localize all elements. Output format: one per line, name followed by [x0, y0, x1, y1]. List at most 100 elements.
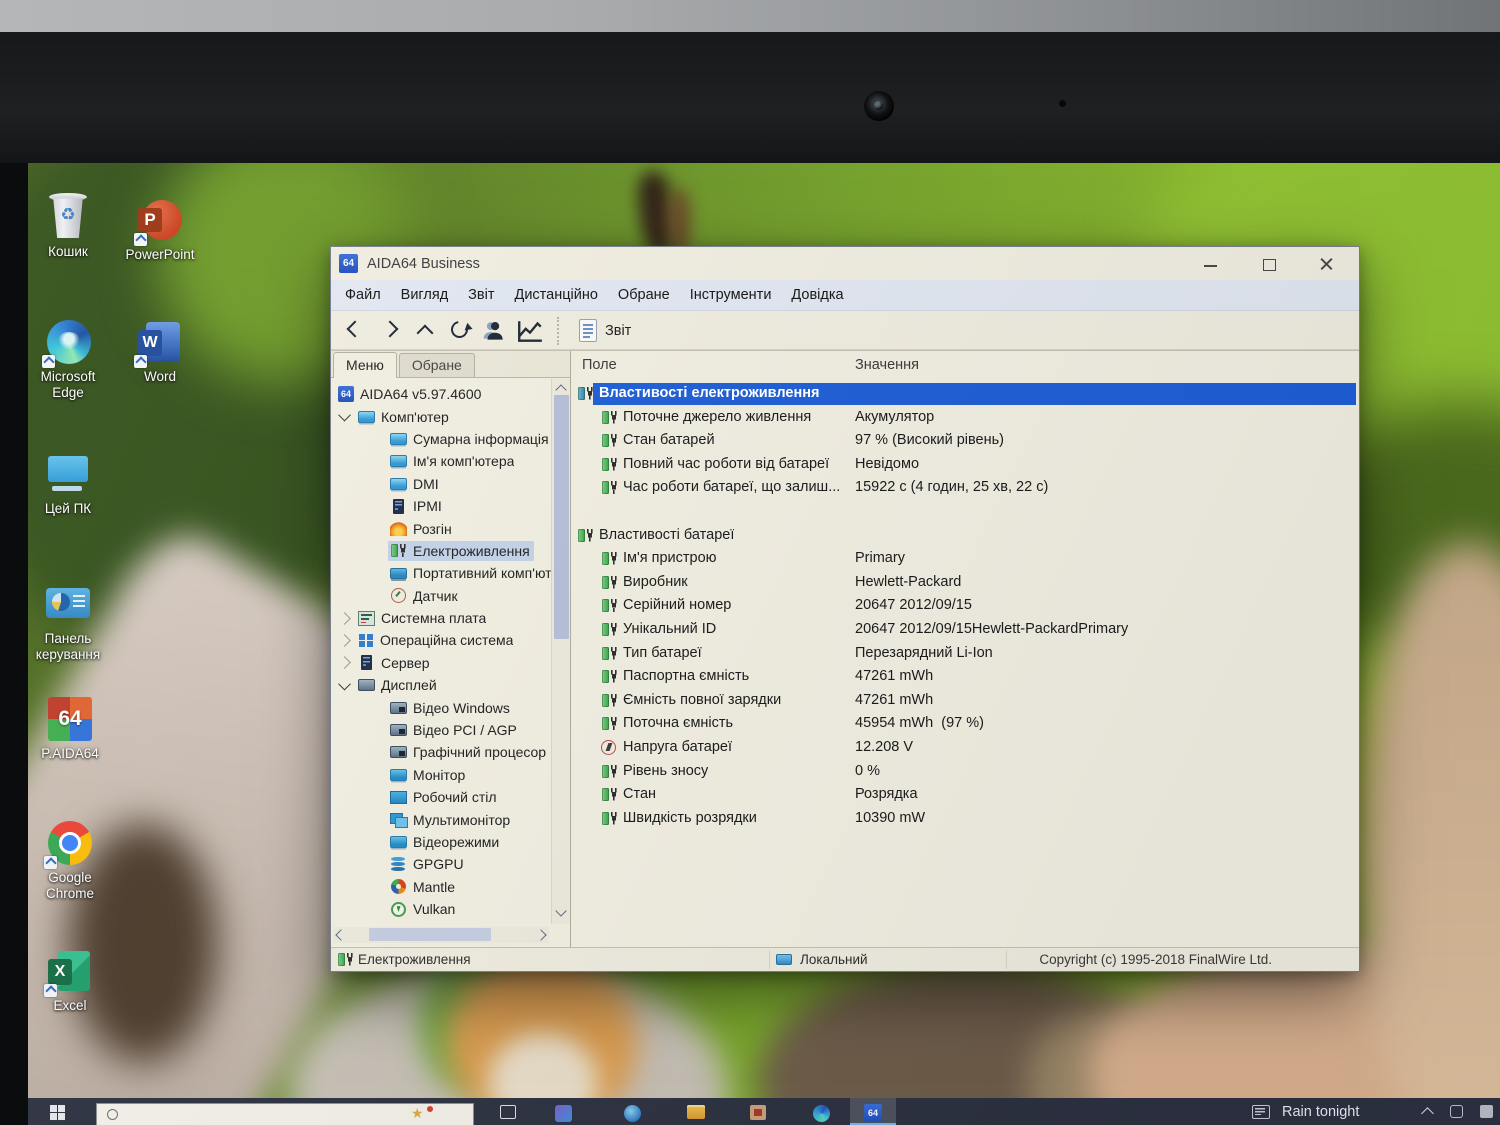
table-row[interactable]: Швидкість розрядки 10390 mW [572, 807, 1359, 831]
tree-expander-icon[interactable] [338, 409, 351, 422]
table-row[interactable]: Тип батареї Перезарядний Li-Ion [572, 642, 1359, 666]
table-row[interactable]: Напруга батареї 12.208 V [572, 736, 1359, 760]
tree-item[interactable]: IPMI [331, 495, 551, 517]
scrollbar-thumb[interactable] [369, 928, 491, 941]
scrollbar-thumb[interactable] [554, 395, 569, 639]
table-row[interactable]: Поточне джерело живлення Акумулятор [572, 406, 1359, 430]
tree-item[interactable]: Комп'ютер [331, 405, 551, 427]
tree-item[interactable]: AIDA64 v5.97.4600 [331, 383, 551, 405]
tree-item[interactable]: Ім'я комп'ютера [331, 450, 551, 472]
table-row[interactable]: Унікальний ID 20647 2012/09/15Hewlett-Pa… [572, 618, 1359, 642]
scroll-left-icon[interactable] [335, 929, 346, 940]
tree-item[interactable]: Відео PCI / AGP [331, 719, 551, 741]
desktop-icon-microsoft-edge[interactable]: Microsoft Edge [28, 318, 108, 401]
menu-item[interactable]: Вигляд [391, 287, 459, 303]
desktop-icon-word[interactable]: W Word [120, 318, 200, 385]
tree-item[interactable]: Робочий стіл [331, 786, 551, 808]
tree-item[interactable]: Відео Windows [331, 696, 551, 718]
tree-item[interactable]: Електроживлення [331, 540, 551, 562]
table-row[interactable]: Ємність повної зарядки 47261 mWh [572, 689, 1359, 713]
user-profiles-button[interactable] [481, 318, 511, 344]
taskbar-file-explorer[interactable] [687, 1105, 705, 1119]
tree-item[interactable]: Mantle [331, 876, 551, 898]
taskbar-search-box[interactable]: ★ [96, 1103, 474, 1125]
scroll-down-icon[interactable] [555, 905, 566, 916]
table-row[interactable]: Час роботи батареї, що залиш... 15922 с … [572, 476, 1359, 500]
tree-item[interactable]: Відеорежими [331, 831, 551, 853]
taskbar-app-photos[interactable] [555, 1105, 572, 1122]
refresh-button[interactable] [446, 318, 476, 344]
tree-horizontal-scrollbar[interactable] [333, 927, 549, 943]
up-button[interactable] [411, 318, 441, 344]
weather-text[interactable]: Rain tonight [1282, 1104, 1359, 1120]
column-header-field[interactable]: Поле [582, 357, 617, 373]
title-bar[interactable]: 64 AIDA64 Business [331, 247, 1359, 280]
desktop-icon-google-chrome[interactable]: Google Chrome [30, 819, 110, 902]
tray-chevron-up-icon[interactable] [1421, 1107, 1434, 1120]
tree-item[interactable]: Дисплей [331, 674, 551, 696]
tree-item[interactable]: Мультимонітор [331, 808, 551, 830]
taskbar-app-cortana[interactable] [624, 1105, 641, 1122]
table-row[interactable]: Серійний номер 20647 2012/09/15 [572, 594, 1359, 618]
table-row[interactable]: Поточна ємність 45954 mWh (97 %) [572, 712, 1359, 736]
tree-item[interactable]: DMI [331, 473, 551, 495]
table-row[interactable]: Властивості електроживлення [572, 382, 1359, 406]
tree-item[interactable]: Монітор [331, 764, 551, 786]
table-row[interactable]: Стан Розрядка [572, 783, 1359, 807]
desktop-icon-aida64[interactable]: 64 P.AIDA64 [30, 695, 110, 762]
scroll-up-icon[interactable] [555, 384, 566, 395]
minimize-button[interactable] [1199, 252, 1223, 276]
report-button[interactable]: Звіт [571, 316, 639, 345]
task-view-button[interactable] [500, 1105, 516, 1119]
table-row[interactable] [572, 500, 1359, 524]
menu-item[interactable]: Обране [608, 287, 680, 303]
sensor-graph-button[interactable] [516, 318, 546, 344]
desktop-icon-excel[interactable]: X Excel [30, 947, 110, 1014]
desktop-icon-recycle-bin[interactable]: ♻ Кошик [28, 193, 108, 260]
table-row[interactable]: Стан батарей 97 % (Високий рівень) [572, 429, 1359, 453]
tree-expander-icon[interactable] [338, 657, 351, 670]
tree-item[interactable]: Датчик [331, 585, 551, 607]
tree-item[interactable]: Vulkan [331, 898, 551, 920]
tree-item[interactable]: Сумарна інформація [331, 428, 551, 450]
tab-favorites[interactable]: Обране [399, 353, 475, 377]
tray-icon[interactable] [1450, 1105, 1463, 1118]
tree-item[interactable]: Портативний комп'ютер [331, 562, 551, 584]
forward-button[interactable] [376, 318, 406, 344]
back-button[interactable] [341, 318, 371, 344]
table-row[interactable]: Виробник Hewlett-Packard [572, 571, 1359, 595]
tree-item[interactable]: Операційна система [331, 629, 551, 651]
table-row[interactable]: Ім'я пристрою Primary [572, 547, 1359, 571]
desktop-icon-powerpoint[interactable]: P PowerPoint [120, 196, 200, 263]
tray-icon[interactable] [1480, 1105, 1493, 1118]
table-row[interactable]: Властивості батареї [572, 524, 1359, 548]
tree-item[interactable]: Сервер [331, 652, 551, 674]
desktop-icon-this-pc[interactable]: Цей ПК [28, 450, 108, 517]
menu-item[interactable]: Звіт [458, 287, 504, 303]
menu-item[interactable]: Довідка [781, 287, 853, 303]
tree-item[interactable]: Розгін [331, 517, 551, 539]
tree-expander-icon[interactable] [338, 612, 351, 625]
taskbar-app-aida64-active[interactable]: 64 [850, 1098, 896, 1125]
tree-item[interactable]: GPGPU [331, 853, 551, 875]
taskbar-app-store[interactable] [750, 1105, 766, 1120]
tree-item[interactable]: Графічний процесор [331, 741, 551, 763]
start-button[interactable] [50, 1105, 65, 1120]
close-button[interactable] [1315, 252, 1339, 276]
table-row[interactable]: Паспортна ємність 47261 mWh [572, 665, 1359, 689]
menu-item[interactable]: Інструменти [680, 287, 782, 303]
tree-expander-icon[interactable] [338, 677, 351, 690]
scroll-right-icon[interactable] [535, 929, 546, 940]
tree-item[interactable]: Системна плата [331, 607, 551, 629]
taskbar-app-edge[interactable] [813, 1105, 830, 1122]
table-row[interactable]: Повний час роботи від батареї Невідомо [572, 453, 1359, 477]
maximize-button[interactable] [1257, 252, 1281, 276]
desktop-icon-control-panel[interactable]: Панель керування [28, 580, 108, 663]
column-header-value[interactable]: Значення [855, 357, 919, 373]
news-weather-icon[interactable] [1252, 1105, 1270, 1119]
tab-menu[interactable]: Меню [333, 352, 397, 378]
menu-item[interactable]: Дистанційно [505, 287, 608, 303]
tree-vertical-scrollbar[interactable] [551, 379, 570, 924]
table-row[interactable]: Рівень зносу 0 % [572, 760, 1359, 784]
menu-item[interactable]: Файл [335, 287, 391, 303]
